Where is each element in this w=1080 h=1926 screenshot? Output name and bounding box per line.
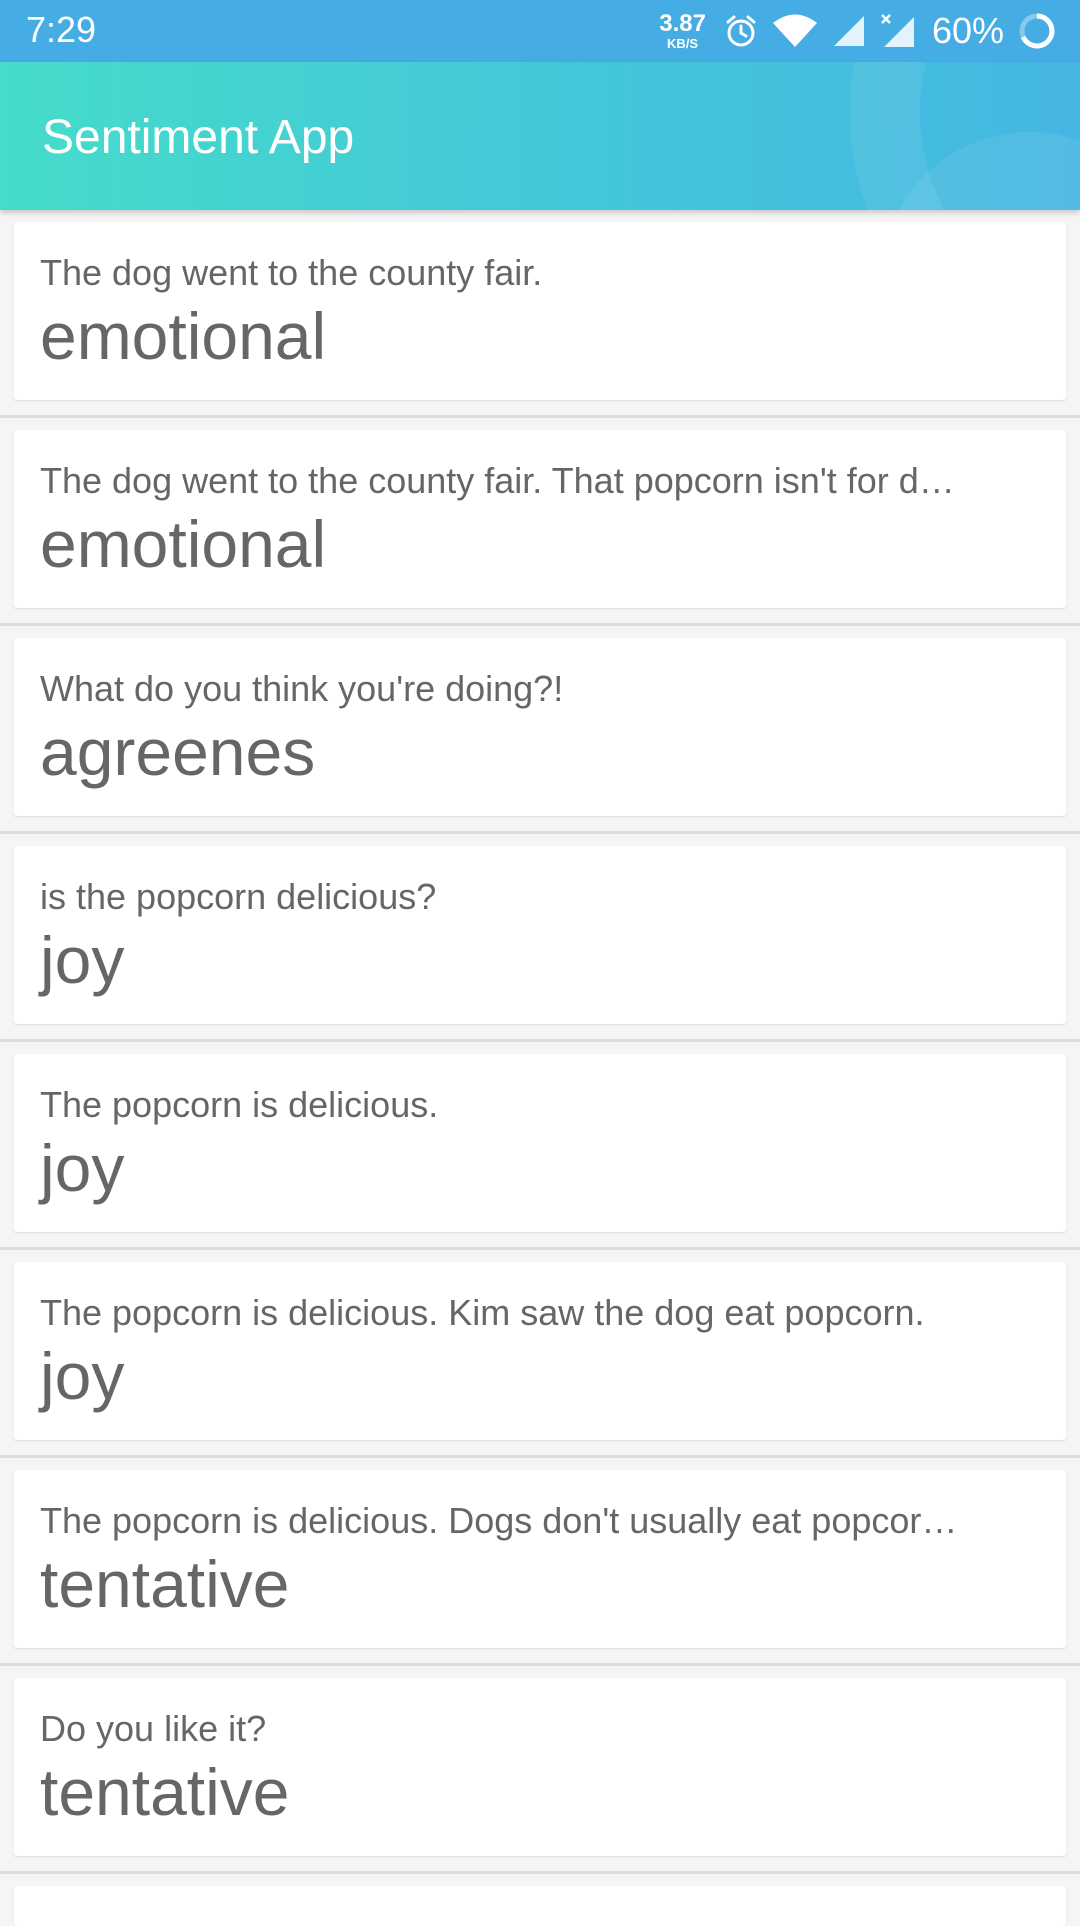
sentiment-card[interactable]: is the popcorn delicious? joy (14, 846, 1066, 1024)
status-bar: 7:29 3.87 KB/S 60% (0, 0, 1080, 62)
sentence-text: The popcorn is delicious. Dogs don't usu… (40, 1500, 958, 1541)
sentiment-card[interactable]: The popcorn is delicious. Kim saw the do… (14, 1262, 1066, 1440)
sentiment-label: joy (40, 1131, 125, 1205)
list-item[interactable]: The popcorn is delicious. joy (0, 1042, 1080, 1250)
app-bar: Sentiment App (0, 62, 1080, 210)
status-time: 7:29 (26, 9, 97, 50)
sentiment-card[interactable]: What do you think you're doing?! agreene… (14, 638, 1066, 816)
sentence-text: The dog went to the county fair. That po… (40, 460, 955, 501)
sentiment-label: joy (40, 1339, 125, 1413)
sentiment-card[interactable]: The popcorn is delicious. joy (14, 1054, 1066, 1232)
sentence-text: is the popcorn delicious? (40, 876, 437, 917)
sentiment-label: agreenes (40, 715, 316, 789)
sentiment-label: emotional (40, 507, 327, 581)
list-item[interactable]: The dog went to the county fair. That po… (0, 418, 1080, 626)
network-speed-value: 3.87 (659, 10, 706, 37)
battery-percent: 60% (931, 10, 1004, 51)
sentiment-card[interactable]: The dog went to the county fair. That po… (14, 430, 1066, 608)
alarm-icon (724, 14, 758, 48)
sentiment-label: joy (40, 923, 125, 997)
status-icons: 3.87 KB/S 60% (659, 8, 1056, 54)
sentence-text: The popcorn is delicious. Kim saw the do… (40, 1292, 925, 1333)
sentiment-card[interactable]: The popcorn is delicious. Dogs don't usu… (14, 1470, 1066, 1648)
signal-x-icon (880, 13, 918, 49)
wifi-icon (772, 14, 818, 48)
network-speed-unit: KB/S (667, 36, 699, 51)
list-item[interactable]: Do you like it? tentative (0, 1666, 1080, 1874)
battery-icon (1018, 12, 1056, 50)
list-item[interactable]: The popcorn is delicious. Kim saw the do… (0, 1250, 1080, 1458)
list-item[interactable]: What do you think you're doing?! agreene… (0, 626, 1080, 834)
sentiment-label: tentative (40, 1547, 290, 1621)
network-speed: 3.87 KB/S (659, 10, 706, 51)
list-item[interactable]: is the popcorn delicious? joy (0, 834, 1080, 1042)
list-item[interactable]: The popcorn is delicious. Dogs don't usu… (0, 1458, 1080, 1666)
signal-icon (832, 14, 866, 48)
sentiment-list[interactable]: The dog went to the county fair. emotion… (0, 210, 1080, 1926)
sentence-text: The dog went to the county fair. (40, 252, 543, 293)
sentiment-card[interactable]: Do you like it? tentative (14, 1678, 1066, 1856)
list-item-partial[interactable] (0, 1874, 1080, 1926)
list-item[interactable]: The dog went to the county fair. emotion… (0, 210, 1080, 418)
sentence-text: Do you like it? (40, 1708, 267, 1749)
app-title: Sentiment App (42, 111, 355, 164)
sentiment-label: tentative (40, 1755, 290, 1829)
sentiment-card[interactable]: The dog went to the county fair. emotion… (14, 222, 1066, 400)
sentence-text: What do you think you're doing?! (40, 668, 564, 709)
sentiment-label: emotional (40, 299, 327, 373)
sentiment-card[interactable] (14, 1886, 1066, 1926)
sentence-text: The popcorn is delicious. (40, 1084, 439, 1125)
